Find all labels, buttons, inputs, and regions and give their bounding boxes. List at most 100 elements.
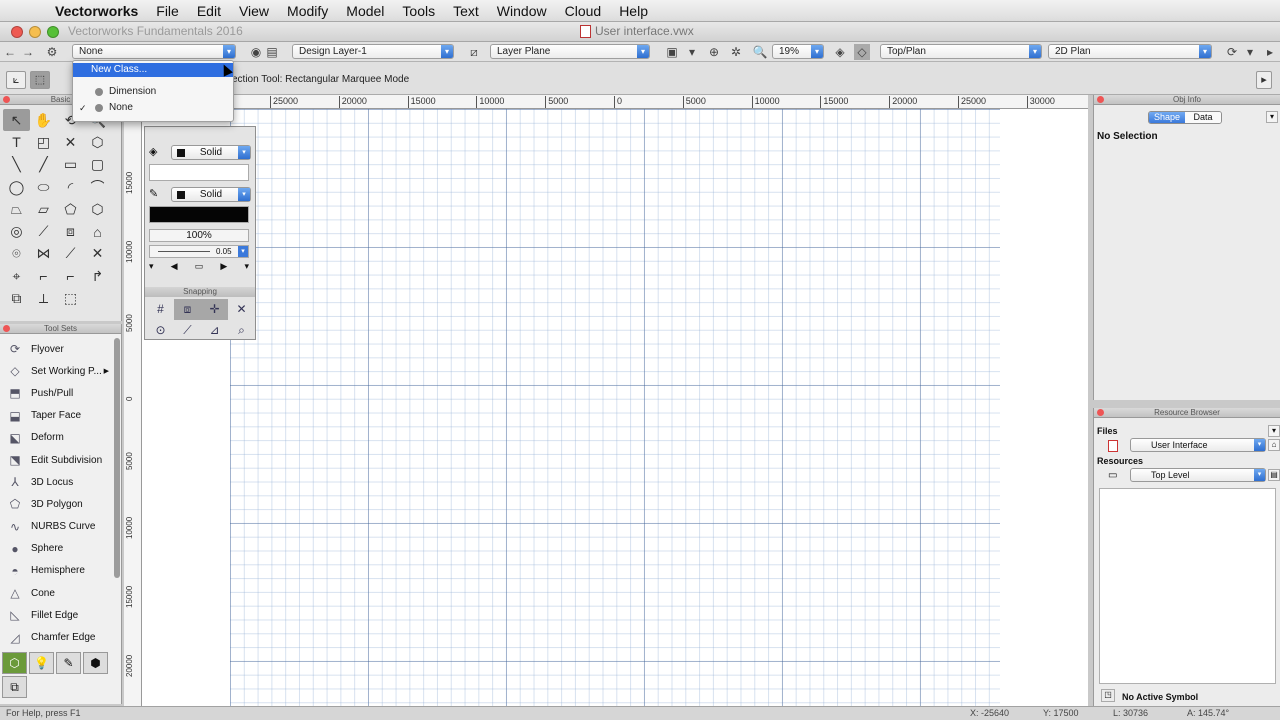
tool-button[interactable]: ⌒	[84, 176, 111, 198]
tool-button[interactable]: ⟂	[30, 287, 57, 309]
chevron-down-icon[interactable]: ▾	[1266, 111, 1278, 123]
tab-3d-modeling[interactable]: ⬡	[2, 652, 27, 674]
tool-button[interactable]: ⟋	[57, 243, 84, 265]
tool-button[interactable]: ⏥	[30, 198, 57, 220]
save-view-icon[interactable]: ▣	[664, 44, 680, 60]
snap-angle-icon[interactable]: ✛	[201, 299, 228, 320]
tool-list-item[interactable]: ◺ Fillet Edge	[0, 604, 113, 626]
scrollbar[interactable]	[114, 338, 120, 578]
view-select[interactable]: Top/Plan ▾	[880, 44, 1042, 59]
line-weight-select[interactable]: 0.05 ▾	[149, 245, 249, 258]
tab-building-shell[interactable]: ⧉	[2, 676, 27, 698]
render-settings-icon[interactable]: ▾	[1242, 44, 1258, 60]
zoom-select[interactable]: 19% ▾	[772, 44, 824, 59]
tool-button[interactable]: ⟋	[30, 220, 57, 242]
tool-button[interactable]: ╲	[3, 154, 30, 176]
home-icon[interactable]: ⌂	[1268, 439, 1280, 451]
snap-grid-icon[interactable]: #	[147, 299, 174, 320]
snap-tangent-icon[interactable]: ⟋	[174, 320, 201, 341]
snap-surface-icon[interactable]: ⌕	[228, 320, 255, 341]
tool-button[interactable]: ⌐	[57, 265, 84, 287]
tool-button[interactable]: ◯	[3, 176, 30, 198]
tool-button[interactable]: ⬠	[57, 198, 84, 220]
active-class-select[interactable]: None ▾	[72, 44, 236, 59]
new-class-menu-item[interactable]: New Class...	[73, 63, 233, 77]
tool-list-item[interactable]: ⬔ Edit Subdivision	[0, 449, 113, 471]
snap-distance-icon[interactable]: ⊙	[147, 320, 174, 341]
tool-list-item[interactable]: ◇ Set Working P... ▶	[0, 360, 113, 382]
close-window-button[interactable]	[11, 26, 23, 38]
plane-icon[interactable]: ⧄	[466, 44, 482, 60]
chevron-down-icon[interactable]: ▾	[244, 261, 249, 274]
tool-list-item[interactable]: ◿ Chamfer Edge	[0, 626, 113, 648]
minimize-window-button[interactable]	[29, 26, 41, 38]
menu-help[interactable]: Help	[610, 3, 657, 19]
menu-modify[interactable]: Modify	[278, 3, 337, 19]
tab-visualization[interactable]: 💡	[29, 652, 54, 674]
tool-list-item[interactable]: ⬓ Taper Face	[0, 405, 113, 427]
tool-button[interactable]: ✕	[84, 243, 111, 265]
line-style-icon[interactable]: ▭	[195, 261, 204, 274]
fill-preview[interactable]	[149, 164, 249, 181]
standard-views-icon[interactable]: ◇	[854, 44, 870, 60]
arrowhead-start-icon[interactable]: ◀	[171, 261, 178, 274]
tab-furniture[interactable]: ⬢	[83, 652, 108, 674]
fill-style-select[interactable]: Solid ▾	[171, 145, 251, 160]
tool-list-item[interactable]: ⅄ 3D Locus	[0, 471, 113, 493]
viewbar-more-icon[interactable]: ▸	[1262, 44, 1278, 60]
tool-button[interactable]: ⌾	[3, 243, 30, 265]
menu-vectorworks[interactable]: Vectorworks	[46, 3, 147, 19]
active-plane-select[interactable]: Layer Plane ▾	[490, 44, 650, 59]
tool-list-item[interactable]: ∿ NURBS Curve	[0, 516, 113, 538]
tool-button[interactable]: ⬭	[30, 176, 57, 198]
tool-list-item[interactable]: ⬒ Push/Pull	[0, 382, 113, 404]
menu-tools[interactable]: Tools	[393, 3, 444, 19]
tool-button[interactable]: ◜	[57, 176, 84, 198]
active-layer-select[interactable]: Design Layer-1 ▾	[292, 44, 454, 59]
class-item-dimension[interactable]: Dimension	[73, 85, 233, 99]
menu-window[interactable]: Window	[488, 3, 556, 19]
drawing-area[interactable]	[142, 109, 1088, 706]
tool-button[interactable]: ⌂	[84, 220, 111, 242]
class-visibility-icon[interactable]: ⚙	[44, 44, 60, 60]
tool-list-item[interactable]: ● Sphere	[0, 538, 113, 560]
menu-edit[interactable]: Edit	[188, 3, 230, 19]
tool-button[interactable]: ↖	[3, 109, 30, 132]
print-icon[interactable]: ▤	[1268, 469, 1280, 481]
tool-button[interactable]: ▢	[84, 154, 111, 176]
tab-machine-design[interactable]: ✎	[56, 652, 81, 674]
tool-button[interactable]: ✕	[57, 131, 84, 153]
menu-model[interactable]: Model	[337, 3, 393, 19]
tool-button[interactable]: ⋈	[30, 243, 57, 265]
render-options-icon[interactable]: ⟳	[1224, 44, 1240, 60]
tool-button[interactable]: ▭	[57, 154, 84, 176]
arrowhead-end-icon[interactable]: ▶	[220, 261, 227, 274]
close-icon[interactable]	[3, 96, 10, 103]
menu-cloud[interactable]: Cloud	[556, 3, 611, 19]
tool-button[interactable]: ⬡	[84, 131, 111, 153]
palette-header[interactable]: Resource Browser	[1094, 408, 1280, 418]
chevron-down-icon[interactable]: ▾	[1268, 425, 1280, 437]
resource-list[interactable]	[1099, 488, 1276, 684]
mode-bar-more-icon[interactable]: ▸	[1256, 71, 1272, 89]
flyover-icon[interactable]: ◈	[832, 44, 848, 60]
tool-list-item[interactable]: ⟳ Flyover	[0, 338, 113, 360]
tool-button[interactable]: T	[3, 131, 30, 153]
close-icon[interactable]	[1097, 96, 1104, 103]
render-mode-select[interactable]: 2D Plan ▾	[1048, 44, 1212, 59]
fit-to-objects-icon[interactable]: ⊕	[706, 44, 722, 60]
tool-button[interactable]: ⧈	[57, 220, 84, 242]
layer-options-icon[interactable]: ◉	[248, 44, 264, 60]
pen-style-select[interactable]: Solid ▾	[171, 187, 251, 202]
tool-list-item[interactable]: △ Cone	[0, 582, 113, 604]
resources-select[interactable]: Top Level ▾	[1130, 468, 1266, 482]
tool-button[interactable]: ✋	[30, 109, 57, 131]
snap-object-icon[interactable]: ⧈	[174, 299, 201, 320]
tool-button[interactable]: ◰	[30, 131, 57, 153]
tool-button[interactable]: ╱	[30, 154, 57, 176]
tab-shape[interactable]: Shape	[1149, 112, 1185, 123]
close-icon[interactable]	[1097, 409, 1104, 416]
tool-button[interactable]: ⬡	[84, 198, 111, 220]
close-icon[interactable]	[3, 325, 10, 332]
pen-preview[interactable]	[149, 206, 249, 223]
